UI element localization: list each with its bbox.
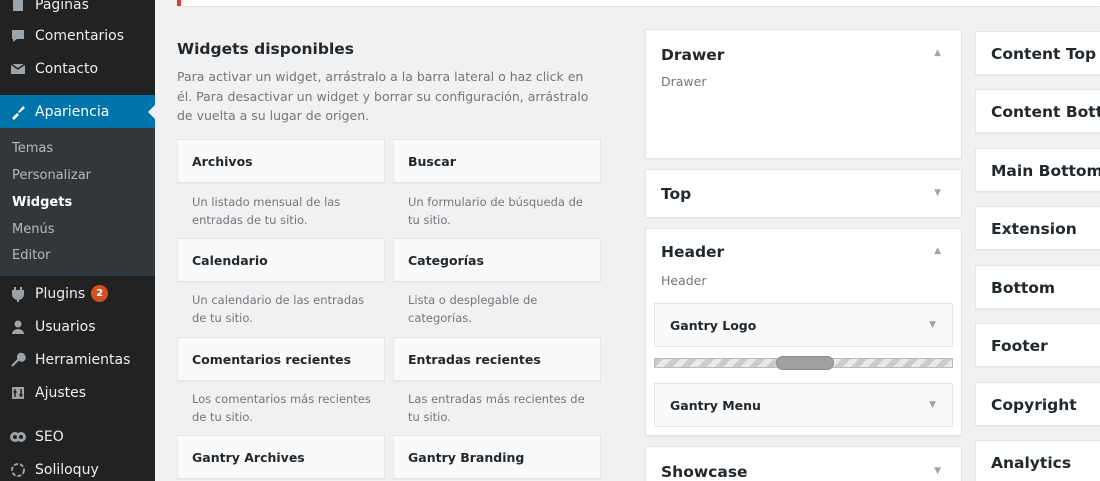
expand-arrow-icon[interactable]: ▼ [929,320,936,330]
area-title[interactable]: Top [661,185,691,203]
area-title: Content Bottom [991,103,1100,121]
nav-item-seo[interactable]: SEO [0,420,155,453]
area-title[interactable]: Header [661,243,724,261]
submenu-item-themes[interactable]: Temas [12,141,53,156]
widget-recent-comments[interactable]: Comentarios recientes [177,337,385,381]
widget-description: Lista o desplegable de categorías. [408,293,538,325]
collapse-arrow-icon[interactable]: ▲ [934,246,941,256]
admin-sidebar: Páginas Comentarios Contacto Apariencia … [0,0,155,481]
area-content-bottom[interactable]: Content Bottom [975,89,1100,133]
nav-item-pages[interactable]: Páginas [0,0,155,21]
area-extension[interactable]: Extension [975,206,1100,250]
comments-icon [0,28,35,44]
area-title: Footer [991,337,1048,355]
pages-icon [0,0,35,13]
widget-description: Un formulario de búsqueda de tu sitio. [408,195,583,227]
expand-arrow-icon[interactable]: ▼ [934,188,941,198]
available-widgets-description: Para activar un widget, arrástralo a la … [177,69,589,123]
area-title: Content Top [991,45,1097,63]
area-description: Drawer [661,74,707,89]
area-title[interactable]: Showcase [661,463,748,481]
nav-label: SEO [35,428,64,445]
widget-gantry-archives[interactable]: Gantry Archives [177,435,385,479]
nav-item-plugins[interactable]: Plugins 2 [0,277,155,310]
settings-icon [0,385,35,401]
drag-handle[interactable] [776,356,834,370]
nav-label: Ajustes [35,384,87,401]
area-drawer: Drawer ▲ Drawer [645,29,962,159]
widget-recent-posts[interactable]: Entradas recientes [393,337,601,381]
soliloquy-icon [0,462,35,478]
widget-search[interactable]: Buscar [393,139,601,183]
nav-item-tools[interactable]: Herramientas [0,343,155,376]
widget-archives[interactable]: Archivos [177,139,385,183]
widget-title: Gantry Logo [670,318,757,333]
tools-icon [0,352,35,368]
nav-item-comments[interactable]: Comentarios [0,19,155,52]
nav-item-settings[interactable]: Ajustes [0,376,155,409]
widget-description: Un listado mensual de las entradas de tu… [192,195,341,227]
nav-label: Páginas [35,0,89,13]
area-widget-gantry-menu[interactable]: Gantry Menu ▼ [654,383,953,427]
area-content-top[interactable]: Content Top [975,31,1100,75]
widget-calendar[interactable]: Calendario [177,238,385,282]
widget-gantry-branding[interactable]: Gantry Branding [393,435,601,479]
area-title: Extension [991,220,1077,238]
nav-label: Soliloquy [35,461,99,478]
plugins-update-badge: 2 [91,285,109,302]
nav-label: Herramientas [35,351,131,368]
widget-title: Gantry Menu [670,398,761,413]
area-description: Header [661,273,707,288]
area-main-bottom[interactable]: Main Bottom [975,148,1100,192]
plugins-icon [0,286,35,302]
area-footer[interactable]: Footer [975,323,1100,367]
admin-notice [177,0,1100,6]
mail-icon [0,62,35,76]
area-copyright[interactable]: Copyright [975,382,1100,426]
submenu-item-widgets[interactable]: Widgets [12,195,72,210]
area-top: Top ▼ [645,169,962,218]
area-title: Analytics [991,454,1072,472]
nav-label: Comentarios [35,27,125,44]
appearance-icon [0,104,35,120]
nav-label: Usuarios [35,318,96,335]
widget-description: Las entradas más recientes de tu sitio. [408,392,585,424]
submenu-item-editor[interactable]: Editor [12,248,50,263]
area-title: Main Bottom [991,162,1100,180]
area-widget-gantry-logo[interactable]: Gantry Logo ▼ [654,303,953,347]
nav-item-users[interactable]: Usuarios [0,310,155,343]
widget-description: Los comentarios más recientes de tu siti… [192,392,371,424]
expand-arrow-icon[interactable]: ▼ [929,400,936,410]
submenu-item-menus[interactable]: Menús [12,222,54,237]
available-widgets-title: Widgets disponibles [177,40,355,58]
nav-label: Apariencia [35,103,110,120]
area-title: Copyright [991,396,1077,414]
nav-item-appearance[interactable]: Apariencia [0,95,155,128]
area-showcase: Showcase ▼ [645,446,962,481]
collapse-arrow-icon[interactable]: ▲ [934,48,941,58]
widget-categories[interactable]: Categorías [393,238,601,282]
expand-arrow-icon[interactable]: ▼ [934,466,941,476]
submenu-item-customize[interactable]: Personalizar [12,168,91,183]
area-analytics[interactable]: Analytics [975,440,1100,481]
seo-icon [0,429,35,445]
area-bottom[interactable]: Bottom [975,265,1100,309]
widget-description: Un calendario de las entradas de tu siti… [192,293,365,325]
area-title[interactable]: Drawer [661,46,724,64]
nav-label: Plugins [35,285,86,302]
appearance-submenu: Temas Personalizar Widgets Menús Editor [0,128,155,276]
nav-item-contact[interactable]: Contacto [0,52,155,85]
nav-label: Contacto [35,60,99,77]
area-title: Bottom [991,279,1056,297]
nav-item-soliloquy[interactable]: Soliloquy [0,453,155,481]
users-icon [0,319,35,335]
